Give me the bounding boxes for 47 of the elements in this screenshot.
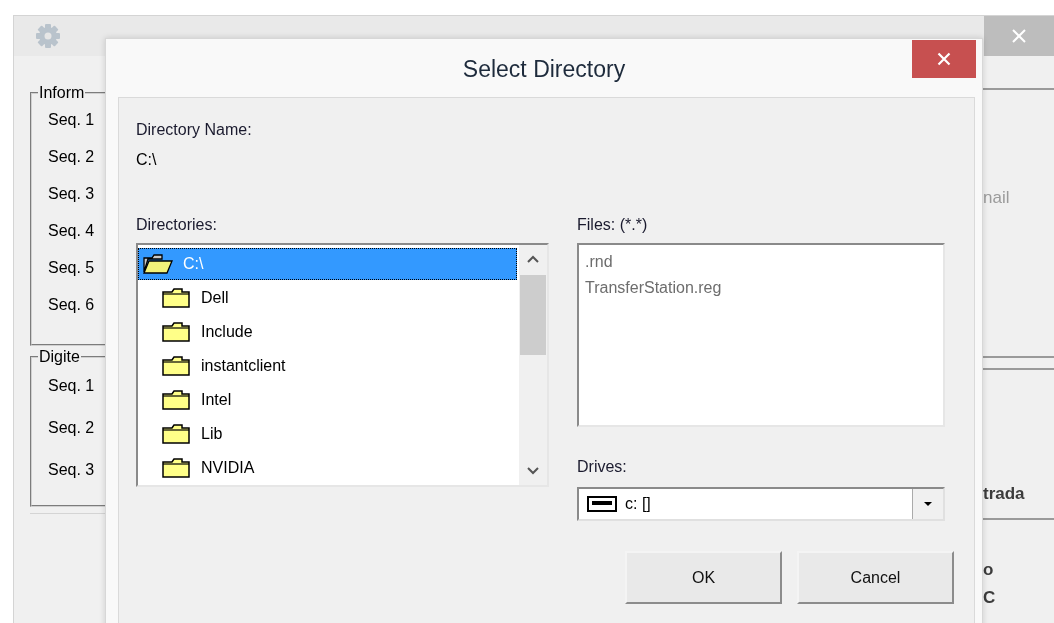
file-item[interactable]: .rnd <box>585 249 613 275</box>
field-label: Seq. 1 <box>48 110 95 130</box>
directory-item[interactable]: NVIDIA <box>138 452 519 484</box>
field-label: Seq. 2 <box>48 147 95 167</box>
directory-item[interactable]: Lib <box>138 418 519 450</box>
directory-item[interactable]: Include <box>138 316 519 348</box>
field-label: Seq. 3 <box>48 460 95 480</box>
close-icon <box>937 52 951 66</box>
group-title: Inform <box>38 84 86 102</box>
window-title: Select Directory <box>462 55 626 83</box>
folder-icon <box>161 389 191 411</box>
dialog-button[interactable]: Cancel <box>797 551 954 604</box>
directory-item[interactable]: Intel <box>138 384 519 416</box>
field-label: Seq. 5 <box>48 258 95 278</box>
folder-icon <box>161 321 191 343</box>
group-title: Digite <box>38 348 81 366</box>
directory-name: C:\ <box>136 150 157 170</box>
field-label: Seq. 6 <box>48 295 95 315</box>
folder-icon <box>161 355 191 377</box>
field-label: Seq. 2 <box>48 418 95 438</box>
file-item[interactable]: TransferStation.reg <box>585 275 722 301</box>
field-label: Seq. 4 <box>48 221 95 241</box>
folder-icon <box>161 423 191 445</box>
gear-icon <box>34 22 62 50</box>
close-icon <box>1012 29 1026 43</box>
folder-icon <box>161 287 191 309</box>
drives-label: Drives: <box>577 457 627 477</box>
scroll-down-icon[interactable] <box>527 467 539 475</box>
drive-dropdown[interactable]: c: [] <box>577 487 945 521</box>
field-label: Seq. 3 <box>48 184 95 204</box>
files-label: Files: (*.*) <box>577 215 648 235</box>
field-label: Seq. 1 <box>48 376 95 396</box>
dialog-button[interactable]: OK <box>625 551 782 604</box>
label-fragment: C <box>983 588 997 608</box>
close-button[interactable] <box>912 40 976 78</box>
directories-label: Directories: <box>136 215 217 235</box>
directory-item[interactable]: instantclient <box>138 350 519 382</box>
open-folder-icon <box>143 253 173 275</box>
label-fragment: trada <box>983 484 1026 504</box>
drive-icon <box>587 496 617 512</box>
folder-icon <box>161 457 191 479</box>
scrollbar[interactable] <box>519 245 547 485</box>
label-fragment: o <box>983 560 995 580</box>
label-fragment: nail <box>983 188 1011 208</box>
directory-name-label: Directory Name: <box>136 120 252 140</box>
scroll-up-icon[interactable] <box>527 255 539 263</box>
directory-item[interactable]: Dell <box>138 282 519 314</box>
